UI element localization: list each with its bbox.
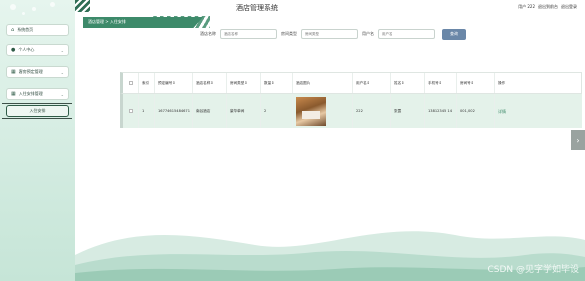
sidebar-item-label: 个人中心	[18, 47, 35, 52]
column-header-label: 房间类型	[230, 80, 245, 85]
search-label: 酒店名称	[200, 31, 216, 36]
sidebar-item-label: 客房预定管理	[18, 69, 43, 74]
select-all-checkbox[interactable]	[128, 81, 133, 85]
column-header[interactable]: 酒店名称 ⇕	[193, 73, 227, 93]
user-area: 用户 222 退出到前台 退出登录	[518, 4, 577, 10]
decor-dot	[50, 2, 55, 7]
column-header-label: 姓名	[394, 80, 402, 85]
column-header-label: 操作	[498, 80, 506, 85]
cell-quantity: 2	[261, 94, 293, 128]
search-label: 房间类型	[281, 31, 297, 36]
page-title: 酒店管理系统	[236, 4, 278, 12]
sidebar: ⌂ 系统首页 ● 个人中心 ⌄ ▦ 客房预定管理 ⌄ ▦ 入住安排管理 ⌄ 入住…	[0, 0, 75, 281]
cell-name: 张霞	[391, 94, 425, 128]
cell-hotel-image	[293, 94, 353, 128]
sidebar-item-checkin-manage[interactable]: ▦ 入住安排管理 ⌄	[6, 88, 69, 100]
sort-icon: ⇕	[438, 80, 442, 85]
sidebar-item-home[interactable]: ⌂ 系统首页	[6, 24, 69, 36]
sort-icon: ⇕	[172, 80, 176, 85]
sort-icon: ⇕	[401, 80, 405, 85]
sidebar-item-profile[interactable]: ● 个人中心 ⌄	[6, 44, 69, 56]
column-header[interactable]: 姓名 ⇕	[391, 73, 425, 93]
person-icon: ●	[11, 47, 16, 53]
sidebar-item-label: 入住安排管理	[18, 91, 43, 96]
sidebar-item-label: 入住安排	[29, 108, 46, 113]
divider	[2, 118, 72, 119]
cell-phone: 13812345 14	[425, 94, 457, 128]
column-header-label: 酒店图片	[296, 80, 311, 85]
search-row: 酒店名称 房间类型 用户名 查询	[200, 28, 466, 40]
column-header[interactable]: 房间号 ⇕	[457, 73, 495, 93]
row-select-cell	[123, 94, 139, 128]
grid-icon: ▦	[11, 69, 16, 75]
hotel-name-input[interactable]	[220, 29, 277, 39]
decor-dot	[22, 12, 25, 15]
column-header[interactable]: 预定编号 ⇕	[155, 73, 193, 93]
sidebar-item-booking[interactable]: ▦ 客房预定管理 ⌄	[6, 66, 69, 78]
chevron-down-icon: ⌄	[60, 92, 64, 97]
column-header[interactable]: 数量 ⇕	[261, 73, 293, 93]
grid-icon: ▦	[11, 91, 16, 97]
decor-stripes	[150, 16, 210, 28]
back-to-front-link[interactable]: 退出到前台	[538, 4, 558, 10]
decor-dot	[10, 4, 16, 10]
cell-index: 1	[139, 94, 155, 128]
table-row: 1 16774615484671 南谷酒店 豪华单间 2 222 张霞 1381…	[120, 94, 582, 128]
detail-link[interactable]: 详情	[498, 109, 506, 114]
data-table: 索引 预定编号 ⇕ 酒店名称 ⇕ 房间类型 ⇕ 数量 ⇕ 酒店图片 用户名 ⇕ 姓名 ⇕ 手…	[120, 72, 582, 128]
sort-icon: ⇕	[271, 80, 275, 85]
top-bar	[75, 0, 585, 16]
cell-booking-no: 16774615484671	[155, 94, 193, 128]
chevron-right-icon[interactable]: ›	[571, 130, 585, 150]
search-label: 用户名	[362, 31, 374, 36]
chevron-down-icon: ⌄	[60, 48, 64, 53]
logout-link[interactable]: 退出登录	[561, 4, 577, 10]
breadcrumb-item: 入住安排	[109, 19, 126, 24]
cell-actions: 详情	[495, 94, 581, 128]
cell-hotel-name: 南谷酒店	[193, 94, 227, 128]
cell-room-no: 001,002	[457, 94, 495, 128]
column-header[interactable]: 手机号 ⇕	[425, 73, 457, 93]
column-header: 索引	[139, 73, 155, 93]
select-all-cell	[123, 73, 139, 93]
column-header-label: 房间号	[460, 80, 471, 85]
decor-stripes	[75, 0, 90, 12]
decor-dot	[32, 7, 36, 11]
cell-room-type: 豪华单间	[227, 94, 261, 128]
breadcrumb-item[interactable]: 酒店管理	[88, 19, 104, 24]
breadcrumb: 酒店管理 > 入住安排	[88, 19, 126, 25]
sort-icon: ⇕	[470, 80, 474, 85]
column-header-label: 用户名	[356, 80, 367, 85]
search-button[interactable]: 查询	[442, 28, 466, 40]
column-header: 操作	[495, 73, 581, 93]
sort-icon: ⇕	[366, 80, 370, 85]
column-header[interactable]: 房间类型 ⇕	[227, 73, 261, 93]
divider	[2, 103, 72, 104]
row-checkbox[interactable]	[128, 109, 133, 113]
column-header-label: 预定编号	[158, 80, 173, 85]
user-name: 用户 222	[518, 4, 535, 9]
column-header: 酒店图片	[293, 73, 353, 93]
cell-username: 222	[353, 94, 391, 128]
column-header-label: 酒店名称	[196, 80, 211, 85]
column-header[interactable]: 用户名 ⇕	[353, 73, 391, 93]
column-header-label: 数量	[264, 80, 272, 85]
column-header-label: 索引	[142, 80, 150, 85]
sidebar-item-checkin[interactable]: 入住安排	[6, 105, 69, 117]
username-input[interactable]	[378, 29, 435, 39]
table-header: 索引 预定编号 ⇕ 酒店名称 ⇕ 房间类型 ⇕ 数量 ⇕ 酒店图片 用户名 ⇕ 姓名 ⇕ 手…	[120, 72, 582, 94]
hotel-image[interactable]	[296, 96, 326, 126]
room-type-input[interactable]	[301, 29, 358, 39]
sort-icon: ⇕	[244, 80, 248, 85]
column-header-label: 手机号	[428, 80, 439, 85]
home-icon: ⌂	[11, 27, 15, 33]
sort-icon: ⇕	[210, 80, 214, 85]
watermark: CSDN @见字学如毕设	[487, 265, 579, 275]
chevron-down-icon: ⌄	[60, 70, 64, 75]
sidebar-item-label: 系统首页	[17, 27, 34, 32]
